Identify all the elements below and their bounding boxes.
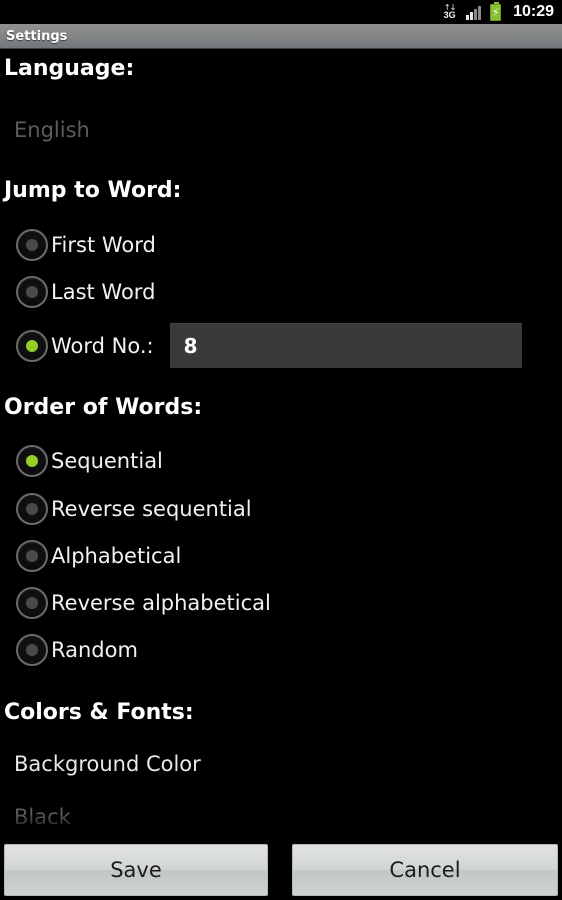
radio-row-reverse-sequential[interactable]: Reverse sequential xyxy=(0,493,252,525)
radio-label-first-word: First Word xyxy=(51,233,156,257)
radio-row-first-word[interactable]: First Word xyxy=(0,229,156,261)
radio-label-reverse-alphabetical: Reverse alphabetical xyxy=(51,591,271,615)
radio-row-word-number[interactable]: Word No.: 8 xyxy=(0,323,522,368)
radio-row-reverse-alphabetical[interactable]: Reverse alphabetical xyxy=(0,587,271,619)
save-button[interactable]: Save xyxy=(4,844,268,896)
cancel-button[interactable]: Cancel xyxy=(292,844,558,896)
network-type-label: 3G xyxy=(443,10,456,20)
radio-label-random: Random xyxy=(51,638,138,662)
3g-data-icon: ↑↓ 3G xyxy=(442,3,457,21)
section-header-language: Language: xyxy=(4,56,135,81)
title-bar: Settings xyxy=(0,24,562,49)
android-settings-screen: ↑↓ 3G ⚡ 10:29 Settings Language: English… xyxy=(0,0,562,900)
section-header-colors-fonts: Colors & Fonts: xyxy=(4,700,194,725)
settings-scroll-container[interactable]: Language: English Jump to Word: First Wo… xyxy=(0,50,562,840)
radio-label-word-number: Word No.: xyxy=(51,333,154,358)
status-icons: ↑↓ 3G ⚡ 10:29 xyxy=(442,1,554,21)
radio-button-sequential[interactable] xyxy=(16,445,48,477)
dialog-button-bar: Save Cancel xyxy=(0,840,562,900)
radio-button-random[interactable] xyxy=(16,634,48,666)
radio-label-alphabetical: Alphabetical xyxy=(51,544,182,568)
radio-button-last-word[interactable] xyxy=(16,276,48,308)
radio-button-first-word[interactable] xyxy=(16,229,48,261)
section-header-jump-to-word: Jump to Word: xyxy=(4,178,182,203)
page-title: Settings xyxy=(6,28,68,44)
background-color-label: Background Color xyxy=(14,752,201,776)
status-bar: ↑↓ 3G ⚡ 10:29 xyxy=(0,0,562,24)
radio-row-last-word[interactable]: Last Word xyxy=(0,276,155,308)
language-spinner[interactable]: English xyxy=(0,118,90,142)
signal-bars-icon xyxy=(466,5,482,20)
word-number-input[interactable]: 8 xyxy=(169,323,522,368)
radio-row-random[interactable]: Random xyxy=(0,634,138,666)
radio-label-reverse-sequential: Reverse sequential xyxy=(51,497,252,521)
radio-label-sequential: Sequential xyxy=(51,449,163,473)
radio-label-last-word: Last Word xyxy=(51,280,156,304)
word-number-input-value: 8 xyxy=(183,333,198,358)
radio-row-sequential[interactable]: Sequential xyxy=(0,445,163,477)
scroll-fade-edge xyxy=(0,814,562,840)
status-clock: 10:29 xyxy=(513,3,554,20)
radio-row-alphabetical[interactable]: Alphabetical xyxy=(0,540,181,572)
radio-button-reverse-sequential[interactable] xyxy=(16,493,48,525)
radio-button-alphabetical[interactable] xyxy=(16,540,48,572)
battery-charging-icon: ⚡ xyxy=(490,1,502,21)
radio-button-word-number[interactable] xyxy=(16,329,48,362)
background-color-spinner[interactable]: Black xyxy=(0,805,71,829)
section-header-order-of-words: Order of Words: xyxy=(4,395,203,420)
charging-bolt-glyph: ⚡ xyxy=(491,5,500,19)
radio-button-reverse-alphabetical[interactable] xyxy=(16,587,48,619)
